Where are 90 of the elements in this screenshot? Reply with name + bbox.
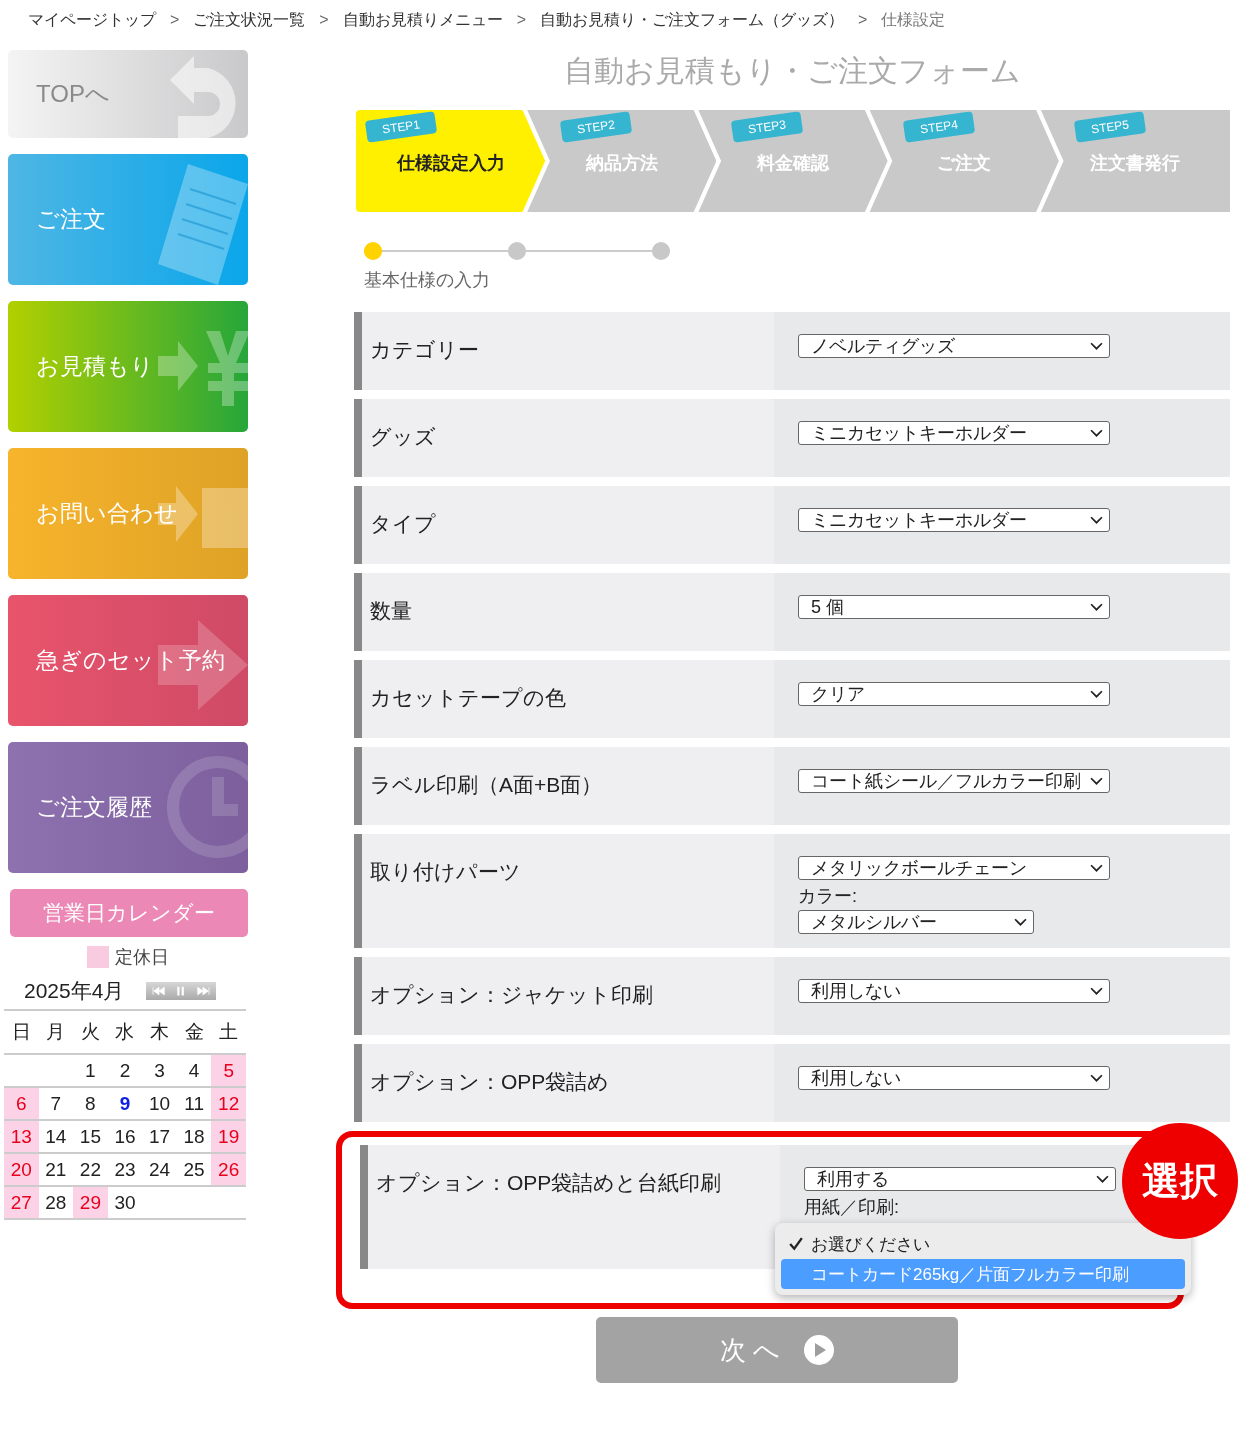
calendar-day: 13 bbox=[4, 1120, 39, 1153]
select-field[interactable]: メタルシルバー bbox=[798, 910, 1034, 934]
calendar-day: 7 bbox=[38, 1087, 74, 1120]
field-label: ラベル印刷（A面+B面） bbox=[369, 772, 604, 798]
breadcrumb-link[interactable]: マイページトップ bbox=[28, 9, 156, 31]
callout-badge: 選択 bbox=[1122, 1123, 1238, 1239]
page-title: 自動お見積もり・ご注文フォーム bbox=[562, 53, 1022, 89]
breadcrumb-link[interactable]: 仕様設定 bbox=[881, 9, 946, 31]
legend-label: 定休日 bbox=[115, 946, 169, 969]
calendar-day: 21 bbox=[38, 1153, 74, 1186]
sub-field-label: カラー: bbox=[798, 886, 858, 906]
weekday-header: 火 bbox=[73, 1010, 108, 1054]
calendar-day: 10 bbox=[142, 1087, 177, 1120]
field-label: オプション：OPP袋詰め bbox=[369, 1069, 611, 1095]
calendar-day: 17 bbox=[142, 1120, 177, 1153]
select-field[interactable]: 利用する bbox=[804, 1167, 1116, 1191]
calendar-day: 23 bbox=[107, 1153, 143, 1186]
calendar-day: 27 bbox=[4, 1186, 39, 1219]
select-field[interactable]: クリア bbox=[798, 682, 1110, 706]
field-label: 取り付けパーツ bbox=[369, 859, 522, 885]
breadcrumb-separator: > bbox=[319, 11, 329, 29]
step-badge: STEP4 bbox=[902, 111, 975, 143]
calendar-day: 6 bbox=[4, 1087, 39, 1120]
caret-icon bbox=[1090, 515, 1103, 525]
field-label: 数量 bbox=[369, 598, 413, 624]
field-label: オプション：OPP袋詰めと台紙印刷 bbox=[375, 1170, 723, 1196]
step-badge: STEP3 bbox=[731, 111, 804, 143]
calendar-day: 30 bbox=[107, 1186, 143, 1219]
weekday-header: 金 bbox=[176, 1010, 212, 1054]
field-label: タイプ bbox=[369, 511, 437, 537]
breadcrumb-link[interactable]: 自動お見積り・ご注文フォーム（グッズ） bbox=[540, 9, 845, 31]
breadcrumb-link[interactable]: ご注文状況一覧 bbox=[193, 9, 306, 31]
calendar-day: 12 bbox=[211, 1087, 246, 1120]
calendar-day: 15 bbox=[73, 1120, 108, 1153]
select-field[interactable]: 5 個 bbox=[798, 595, 1110, 619]
weekday-header: 水 bbox=[107, 1010, 143, 1054]
calendar-day: 19 bbox=[211, 1120, 246, 1153]
calendar-day: 8 bbox=[73, 1087, 108, 1120]
weekday-header: 日 bbox=[4, 1010, 39, 1054]
step-badge: STEP2 bbox=[560, 111, 633, 143]
breadcrumb-separator: > bbox=[516, 11, 527, 29]
calendar-title: 営業日カレンダー bbox=[10, 889, 248, 937]
calendar-day: 9 bbox=[107, 1087, 143, 1120]
field-label: オプション：ジャケット印刷 bbox=[369, 982, 654, 1008]
breadcrumb-separator: > bbox=[170, 11, 180, 29]
field-label: カセットテープの色 bbox=[369, 685, 567, 711]
caret-icon bbox=[1090, 1073, 1103, 1083]
sub-field-label: 用紙／印刷: bbox=[804, 1197, 900, 1217]
calendar-day: 3 bbox=[142, 1054, 177, 1087]
holiday-swatch-icon bbox=[87, 946, 109, 968]
calendar-month: 2025年4月 bbox=[24, 978, 125, 1004]
calendar-day: 16 bbox=[107, 1120, 143, 1153]
caret-icon bbox=[1090, 863, 1103, 873]
step-badge: STEP5 bbox=[1073, 111, 1146, 143]
calendar-day: 14 bbox=[38, 1120, 74, 1153]
step-badge: STEP1 bbox=[364, 111, 438, 143]
sidebar-button[interactable]: ご注文履歴 bbox=[8, 742, 248, 873]
caret-icon bbox=[1090, 341, 1103, 351]
select-field[interactable]: コート紙シール／フルカラー印刷 bbox=[798, 769, 1110, 793]
select-field[interactable]: 利用しない bbox=[798, 979, 1110, 1003]
caret-icon bbox=[1090, 602, 1103, 612]
caret-icon bbox=[1090, 776, 1103, 786]
field-label: グッズ bbox=[369, 424, 437, 450]
calendar-day: 29 bbox=[73, 1186, 108, 1219]
caret-icon bbox=[1014, 917, 1027, 927]
calendar-day: 26 bbox=[211, 1153, 246, 1186]
caret-icon bbox=[1090, 986, 1103, 996]
check-icon bbox=[789, 1237, 803, 1251]
sidebar-button[interactable]: 急ぎのセット予約 bbox=[8, 595, 248, 726]
calendar-day: 20 bbox=[4, 1153, 39, 1186]
progress-label: 基本仕様の入力 bbox=[364, 269, 491, 292]
field-label: カテゴリー bbox=[369, 337, 480, 363]
select-field[interactable]: メタリックボールチェーン bbox=[798, 856, 1110, 880]
breadcrumb-link[interactable]: 自動お見積りメニュー bbox=[342, 9, 503, 31]
caret-icon bbox=[1090, 689, 1103, 699]
select-field[interactable]: 利用しない bbox=[798, 1066, 1110, 1090]
weekday-header: 月 bbox=[38, 1010, 74, 1054]
weekday-header: 木 bbox=[142, 1010, 177, 1054]
calendar-day: 1 bbox=[73, 1054, 108, 1087]
caret-icon bbox=[1096, 1174, 1109, 1184]
breadcrumb-separator: > bbox=[858, 11, 868, 29]
next-month-icon[interactable] bbox=[194, 984, 213, 998]
play-icon bbox=[804, 1335, 835, 1365]
select-field[interactable]: ミニカセットキーホルダー bbox=[798, 421, 1110, 445]
select-field[interactable]: ミニカセットキーホルダー bbox=[798, 508, 1110, 532]
select-field[interactable]: ノベルティグッズ bbox=[798, 334, 1110, 358]
caret-icon bbox=[1090, 428, 1103, 438]
calendar-day: 5 bbox=[211, 1054, 246, 1087]
calendar-day: 2 bbox=[107, 1054, 143, 1087]
calendar-day: 24 bbox=[142, 1153, 177, 1186]
